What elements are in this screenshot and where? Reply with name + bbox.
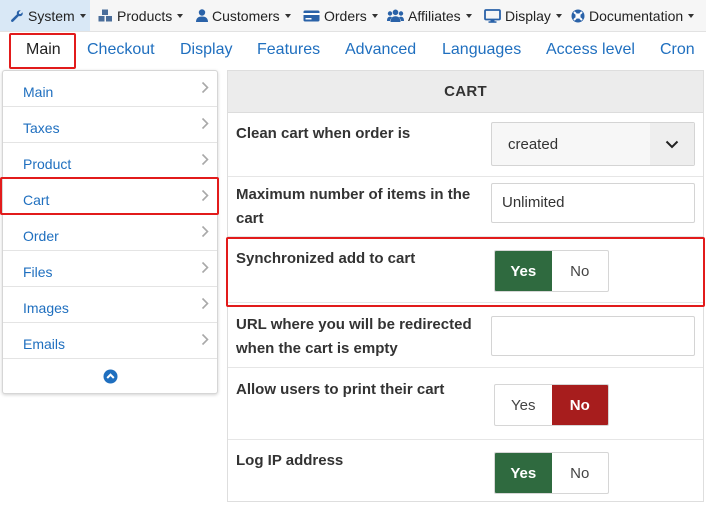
menu-affiliates[interactable]: Affiliates <box>387 0 472 31</box>
chevron-right-icon <box>201 81 209 94</box>
users-icon <box>387 9 404 22</box>
menu-affiliates-label: Affiliates <box>408 7 461 24</box>
chevron-down-icon <box>371 13 378 18</box>
chevron-down-icon <box>650 123 694 165</box>
row-clean-cart: Clean cart when order is created <box>228 114 703 177</box>
menu-documentation-label: Documentation <box>589 7 684 24</box>
sidebar-item-emails[interactable]: Emails <box>3 323 217 359</box>
menu-orders[interactable]: Orders <box>303 0 378 31</box>
row-print-cart: Allow users to print their cart Yes No <box>228 368 703 440</box>
row-max-items: Maximum number of items in the cart Unli… <box>228 177 703 237</box>
menu-orders-label: Orders <box>324 7 367 24</box>
sync-add-yes-button[interactable]: Yes <box>495 251 552 291</box>
row-sync-add: Synchronized add to cart Yes No <box>228 237 703 303</box>
chevron-right-icon <box>201 117 209 130</box>
sidebar-item-taxes[interactable]: Taxes <box>3 107 217 143</box>
sidebar-item-label: Emails <box>23 336 66 352</box>
log-ip-yes-button[interactable]: Yes <box>495 453 552 493</box>
log-ip-toggle: Yes No <box>494 452 609 494</box>
menu-display[interactable]: Display <box>484 0 562 31</box>
clean-cart-label: Clean cart when order is <box>236 125 411 142</box>
cubes-icon <box>98 9 112 22</box>
top-menu-bar: System Products Customers Orders Affilia… <box>0 0 706 32</box>
chevron-right-icon <box>201 225 209 238</box>
sidebar-item-label: Files <box>23 264 53 280</box>
tab-checkout[interactable]: Checkout <box>87 32 155 67</box>
sidebar-item-label: Cart <box>23 192 50 208</box>
panel-title: CART <box>228 71 703 113</box>
chevron-right-icon <box>201 189 209 202</box>
log-ip-no-button[interactable]: No <box>552 453 609 493</box>
chevron-down-icon <box>688 13 695 18</box>
sidebar-item-order[interactable]: Order <box>3 215 217 251</box>
chevron-down-icon <box>177 13 184 18</box>
desktop-icon <box>484 8 501 23</box>
sync-add-toggle: Yes No <box>494 250 609 292</box>
sidebar-item-label: Product <box>23 156 72 172</box>
menu-customers[interactable]: Customers <box>196 0 291 31</box>
chevron-down-icon <box>465 13 472 18</box>
max-items-input[interactable]: Unlimited <box>491 183 695 223</box>
tab-main[interactable]: Main <box>26 32 61 67</box>
lifebuoy-icon <box>571 9 585 22</box>
clean-cart-select[interactable]: created <box>491 122 695 166</box>
clean-cart-value: created <box>508 136 559 153</box>
row-redirect-url: URL where you will be redirected when th… <box>228 303 703 368</box>
chevron-down-icon <box>555 13 562 18</box>
chevron-right-icon <box>201 153 209 166</box>
menu-system[interactable]: System <box>0 0 90 31</box>
sidebar-item-label: Taxes <box>23 120 60 136</box>
tab-display[interactable]: Display <box>180 32 232 67</box>
chevron-up-circle-icon <box>103 369 117 384</box>
redirect-url-label: URL where you will be redirected when th… <box>236 316 472 357</box>
cart-settings-panel: CART Clean cart when order is created Ma… <box>227 70 704 502</box>
tab-cron[interactable]: Cron <box>660 32 695 67</box>
sidebar-item-main[interactable]: Main <box>3 71 217 107</box>
print-cart-toggle: Yes No <box>494 384 609 426</box>
sidebar-collapse-button[interactable] <box>3 359 217 394</box>
row-log-ip: Log IP address Yes No <box>228 440 703 501</box>
sidebar-item-images[interactable]: Images <box>3 287 217 323</box>
tab-advanced[interactable]: Advanced <box>345 32 416 67</box>
log-ip-label: Log IP address <box>236 452 344 469</box>
sidebar-item-label: Main <box>23 84 54 100</box>
sidebar-item-label: Images <box>23 300 69 316</box>
chevron-right-icon <box>201 297 209 310</box>
tab-features[interactable]: Features <box>257 32 320 67</box>
tab-access-level[interactable]: Access level <box>546 32 635 67</box>
menu-products[interactable]: Products <box>98 0 184 31</box>
print-cart-label: Allow users to print their cart <box>236 381 445 398</box>
settings-tabs: Main Checkout Display Features Advanced … <box>0 32 706 67</box>
sync-add-label: Synchronized add to cart <box>236 250 416 267</box>
menu-products-label: Products <box>117 7 173 24</box>
sync-add-no-button[interactable]: No <box>552 251 609 291</box>
redirect-url-input[interactable] <box>491 316 695 356</box>
tab-languages[interactable]: Languages <box>442 32 521 67</box>
print-cart-yes-button[interactable]: Yes <box>495 385 552 425</box>
menu-customers-label: Customers <box>212 7 280 24</box>
print-cart-no-button[interactable]: No <box>551 385 608 425</box>
credit-card-icon <box>303 10 320 21</box>
chevron-right-icon <box>201 333 209 346</box>
sidebar-item-cart[interactable]: Cart <box>3 179 217 215</box>
sidebar-item-files[interactable]: Files <box>3 251 217 287</box>
config-sidebar: Main Taxes Product Cart Order Files Imag… <box>2 70 218 394</box>
wrench-icon <box>11 9 23 22</box>
chevron-down-icon <box>79 13 86 18</box>
menu-system-label: System <box>28 7 75 24</box>
chevron-right-icon <box>201 261 209 274</box>
chevron-down-icon <box>284 13 291 18</box>
max-items-label: Maximum number of items in the cart <box>236 186 471 227</box>
menu-display-label: Display <box>505 7 551 24</box>
sidebar-item-label: Order <box>23 228 59 244</box>
menu-documentation[interactable]: Documentation <box>571 0 695 31</box>
sidebar-item-product[interactable]: Product <box>3 143 217 179</box>
user-icon <box>196 9 208 22</box>
